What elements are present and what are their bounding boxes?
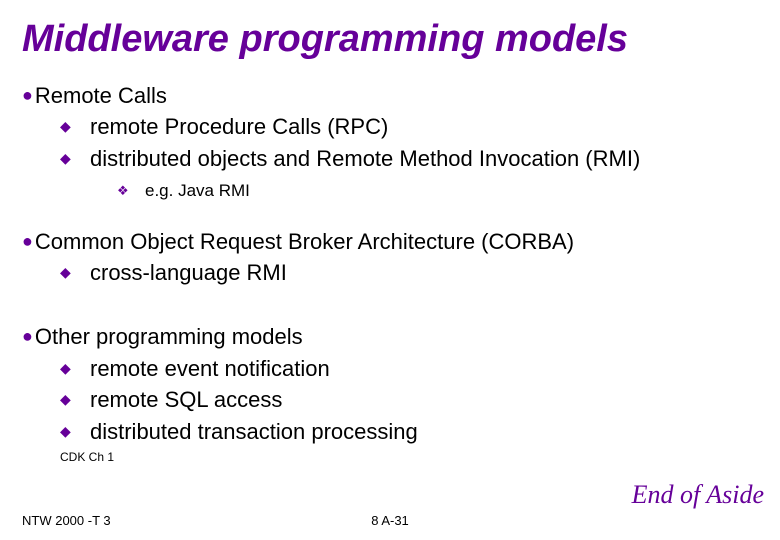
diamond-bullet-icon: ◆: [60, 417, 90, 447]
l2-text: cross-language RMI: [90, 258, 287, 288]
l1-item: ● Other programming models: [22, 322, 758, 352]
l2-item: ◆ distributed objects and Remote Method …: [60, 144, 758, 174]
slide: Middleware programming models ● Remote C…: [0, 0, 780, 540]
l2-item: ◆ remote event notification: [60, 354, 758, 384]
slide-body: ● Remote Calls ◆ remote Procedure Calls …: [22, 81, 758, 465]
diamond-bullet-icon: ◆: [60, 258, 90, 288]
diamond-bullet-icon: ◆: [60, 144, 90, 174]
l1-item: ● Remote Calls: [22, 81, 758, 111]
footer-left: NTW 2000 -T 3: [22, 513, 111, 528]
l1-item: ● Common Object Request Broker Architect…: [22, 227, 758, 257]
l2-item: ◆ remote SQL access: [60, 385, 758, 415]
diamond-bullet-icon: ◆: [60, 112, 90, 142]
l2-text: distributed transaction processing: [90, 417, 418, 447]
end-of-aside-label: End of Aside: [632, 480, 764, 510]
l1-text: Common Object Request Broker Architectur…: [35, 227, 574, 257]
l3-item: ❖ e.g. Java RMI: [117, 180, 758, 203]
l1-text: Remote Calls: [35, 81, 167, 111]
clover-bullet-icon: ❖: [117, 180, 145, 203]
l2-item: ◆ distributed transaction processing: [60, 417, 758, 447]
l2-text: remote event notification: [90, 354, 330, 384]
l2-text: distributed objects and Remote Method In…: [90, 144, 640, 174]
chapter-reference: CDK Ch 1: [60, 449, 758, 465]
l2-text: remote SQL access: [90, 385, 282, 415]
diamond-bullet-icon: ◆: [60, 385, 90, 415]
diamond-bullet-icon: ◆: [60, 354, 90, 384]
slide-title: Middleware programming models: [22, 18, 758, 61]
l2-text: remote Procedure Calls (RPC): [90, 112, 388, 142]
l3-text: e.g. Java RMI: [145, 180, 250, 203]
circle-bullet-icon: ●: [22, 227, 33, 257]
circle-bullet-icon: ●: [22, 322, 33, 352]
page-number: 8 A-31: [0, 513, 780, 528]
l1-text: Other programming models: [35, 322, 303, 352]
circle-bullet-icon: ●: [22, 81, 33, 111]
l2-item: ◆ cross-language RMI: [60, 258, 758, 288]
l2-item: ◆ remote Procedure Calls (RPC): [60, 112, 758, 142]
